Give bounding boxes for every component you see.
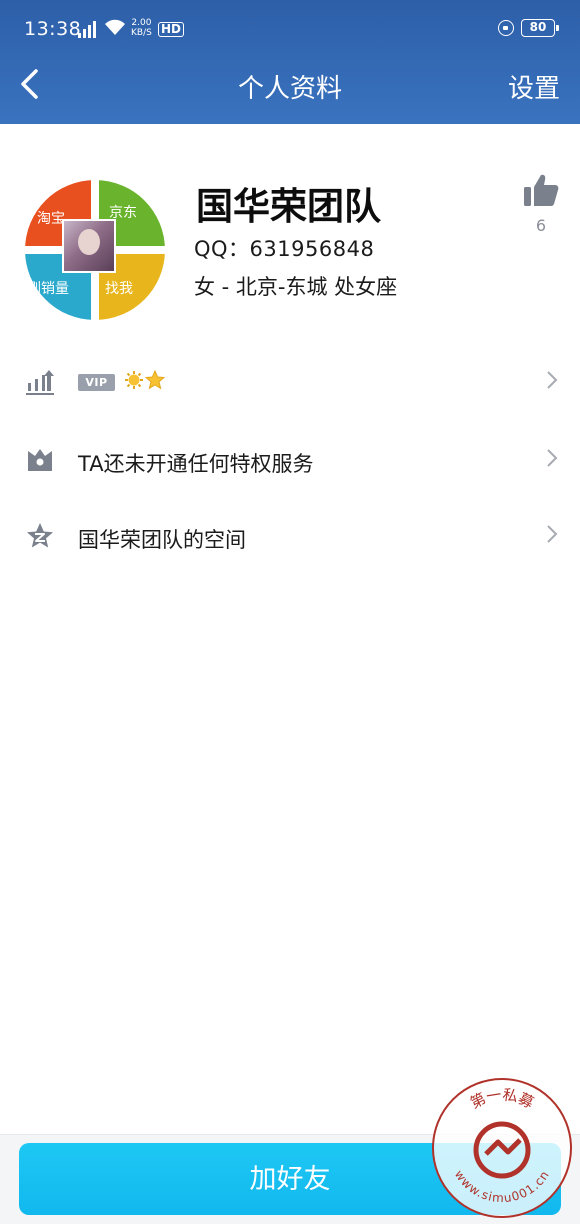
- qzone-text: 国华荣团队的空间: [78, 528, 246, 552]
- qzone-row[interactable]: 国华荣团队的空间: [0, 508, 580, 568]
- chevron-right-icon: [547, 371, 558, 389]
- profile-info: 女 - 北京-东城 处女座: [194, 275, 398, 299]
- nav-bar: 个人资料 设置: [0, 60, 580, 124]
- avatar-photo: [62, 219, 116, 273]
- avatar-label: 淘宝: [37, 211, 65, 227]
- privilege-text: TA还未开通任何特权服务: [78, 452, 314, 476]
- avatar-label: 刷销量: [27, 281, 69, 297]
- chevron-right-icon: [547, 449, 558, 467]
- profile-content: 淘宝 京东 刷销量 找我 国华荣团队 QQ：631956848 女 - 北京-东…: [0, 124, 580, 1134]
- network-speed: 2.00 KB/S: [131, 18, 152, 38]
- svg-text:第一私募: 第一私募: [467, 1086, 536, 1113]
- watermark-stamp: 第一私募 www.simu001.cn: [432, 1078, 572, 1218]
- watermark-text-bottom: www.simu001.cn: [452, 1168, 551, 1206]
- cell-signal-icon: [78, 20, 96, 38]
- profile-name: 国华荣团队: [196, 185, 381, 228]
- chevron-right-icon: [547, 525, 558, 543]
- settings-button[interactable]: 设置: [508, 68, 560, 105]
- avatar[interactable]: 淘宝 京东 刷销量 找我: [25, 180, 165, 320]
- avatar-label: 找我: [105, 281, 133, 297]
- status-time: 13:38: [24, 18, 82, 40]
- vip-badge: VIP: [78, 374, 115, 391]
- crown-privilege-icon: [24, 444, 56, 476]
- like-count: 6: [535, 216, 547, 235]
- like-button[interactable]: 6: [518, 172, 564, 235]
- wifi-icon: [103, 18, 127, 40]
- watermark-text-top: 第一私募: [467, 1086, 536, 1113]
- level-row[interactable]: VIP: [0, 354, 580, 414]
- status-bar: 13:38 2.00 KB/S HD 80: [0, 0, 580, 60]
- hd-icon: HD: [158, 22, 185, 37]
- rotation-lock-icon: [498, 20, 514, 36]
- privilege-row[interactable]: TA还未开通任何特权服务: [0, 432, 580, 492]
- network-speed-value: 2.00: [131, 18, 152, 28]
- svg-text:www.simu001.cn: www.simu001.cn: [452, 1168, 552, 1206]
- level-chart-icon: [24, 366, 56, 398]
- level-badges: [124, 370, 165, 390]
- thumbs-up-icon: [524, 174, 559, 206]
- profile-qq-number: QQ：631956848: [194, 237, 375, 261]
- network-speed-unit: KB/S: [131, 28, 152, 38]
- app-header: 13:38 2.00 KB/S HD 80 个人资料 设置: [0, 0, 580, 124]
- sun-level-icon: [125, 371, 143, 389]
- page-title: 个人资料: [237, 74, 342, 104]
- qzone-star-icon: [24, 520, 56, 552]
- star-level-icon: [145, 370, 165, 390]
- battery-icon: 80: [521, 19, 559, 37]
